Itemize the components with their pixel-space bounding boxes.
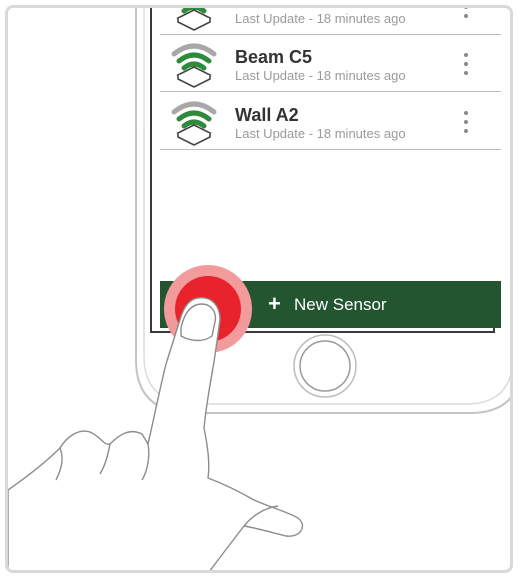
new-sensor-label: New Sensor [294, 295, 387, 314]
sensor-name: Wall A2 [235, 105, 299, 125]
wifi-sensor-icon [176, 8, 212, 31]
sensor-last-update: Last Update - 18 minutes ago [235, 68, 406, 83]
home-button[interactable] [293, 334, 357, 398]
list-item[interactable]: Beam C5 Last Update - 18 minutes ago [160, 35, 501, 92]
list-item[interactable]: Last Update - 18 minutes ago [160, 8, 501, 35]
phone-screen: Last Update - 18 minutes ago Beam C5 Las… [160, 8, 501, 328]
sensor-name: Beam C5 [235, 47, 313, 67]
wifi-sensor-icon [171, 43, 217, 88]
new-sensor-button[interactable]: + New Sensor [160, 281, 501, 328]
overflow-menu-icon[interactable] [460, 107, 474, 137]
overflow-menu-icon[interactable] [460, 49, 474, 79]
wifi-sensor-icon [171, 101, 217, 146]
sensor-last-update: Last Update - 18 minutes ago [235, 11, 406, 26]
illustration-frame: Last Update - 18 minutes ago Beam C5 Las… [5, 5, 513, 573]
plus-icon: + [268, 291, 281, 316]
list-item[interactable]: Wall A2 Last Update - 18 minutes ago [160, 93, 501, 150]
overflow-menu-icon[interactable] [460, 8, 474, 22]
sensor-last-update: Last Update - 18 minutes ago [235, 126, 406, 141]
